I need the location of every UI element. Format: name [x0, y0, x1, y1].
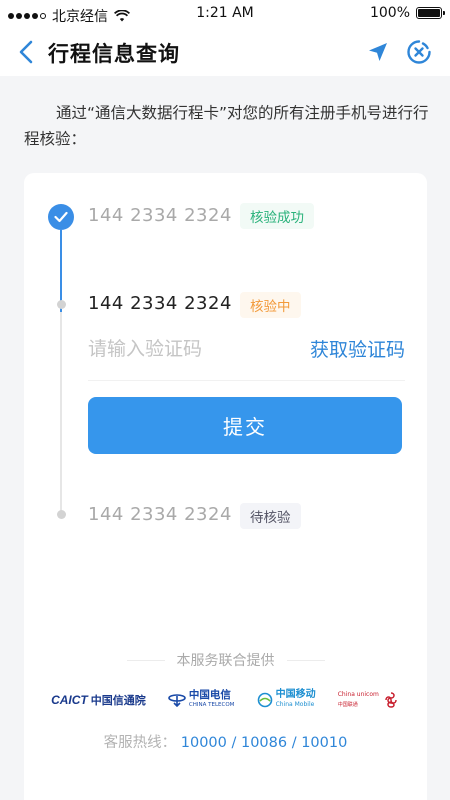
china-telecom-logo: 中国电信 CHINA TELECOM [168, 689, 235, 710]
submit-button[interactable]: 提交 [88, 397, 402, 454]
partner-logos: CAICT 中国信通院 中国电信 CHINA TELECOM 中国移动 Chin… [24, 683, 427, 717]
verification-card: 144 2334 2324 核验成功 144 2334 2324 核验中 获取验… [24, 173, 427, 800]
china-mobile-logo-en: China Mobile [275, 701, 315, 708]
china-unicom-logo: China unicom 中国联通 [338, 690, 400, 710]
page-title: 行程信息查询 [48, 42, 180, 66]
china-mobile-icon [257, 692, 272, 708]
caict-logo-mark: CAICT [51, 693, 88, 707]
battery-icon [416, 7, 445, 19]
china-mobile-logo: 中国移动 China Mobile [257, 690, 316, 710]
verification-code-input[interactable] [88, 333, 278, 365]
china-unicom-logo-en: China unicom [337, 691, 379, 698]
hotline: 客服热线： 10000 / 10086 / 10010 [24, 731, 427, 752]
china-unicom-logo-cn: 中国联通 [337, 702, 358, 708]
status-badge-pending: 核验中 [240, 292, 301, 318]
nav-bar: 行程信息查询 [0, 28, 450, 76]
intro-text: 通过“通信大数据行程卡”对您的所有注册手机号进行行程核验： [24, 104, 429, 148]
hotline-numbers[interactable]: 10000 / 10086 / 10010 [181, 735, 348, 751]
location-arrow-icon [369, 43, 387, 61]
caict-logo-cn: 中国信通院 [90, 694, 146, 707]
timeline-node-pending [56, 300, 66, 309]
china-unicom-knot-icon [385, 692, 397, 708]
input-divider [88, 380, 405, 381]
divider-left [126, 659, 165, 661]
battery-percent: 100% [369, 5, 410, 21]
phone-number-verifying: 144 2334 2324 [88, 293, 232, 314]
back-button[interactable] [14, 38, 38, 66]
china-telecom-logo-en: CHINA TELECOM [188, 702, 235, 708]
phone-number-verified: 144 2334 2324 [88, 205, 232, 226]
back-chevron-icon [19, 40, 33, 64]
hotline-label: 客服热线： [103, 735, 177, 751]
phone-number-waiting: 144 2334 2324 [88, 504, 232, 525]
status-bar: 北京经信 1:21 AM 100% [0, 0, 450, 28]
status-badge-waiting: 待核验 [240, 503, 301, 529]
provided-by-text: 本服务联合提供 [176, 653, 275, 669]
provided-by-row: 本服务联合提供 [24, 649, 427, 671]
caict-logo: CAICT 中国信通院 [51, 692, 146, 708]
timeline-line-pending [60, 312, 62, 512]
close-button[interactable] [406, 39, 432, 65]
china-telecom-logo-cn: 中国电信 [188, 689, 231, 701]
timeline-node-waiting [56, 510, 66, 519]
status-bar-right: 100% [369, 5, 445, 21]
close-circle-icon [407, 40, 431, 64]
timeline-node-success [48, 204, 74, 230]
status-badge-success: 核验成功 [240, 203, 314, 229]
divider-right [286, 659, 325, 661]
get-code-button[interactable]: 获取验证码 [310, 335, 405, 362]
china-telecom-icon [168, 694, 186, 707]
check-icon [54, 211, 68, 223]
china-mobile-logo-cn: 中国移动 [275, 689, 316, 700]
location-button[interactable] [366, 40, 390, 64]
